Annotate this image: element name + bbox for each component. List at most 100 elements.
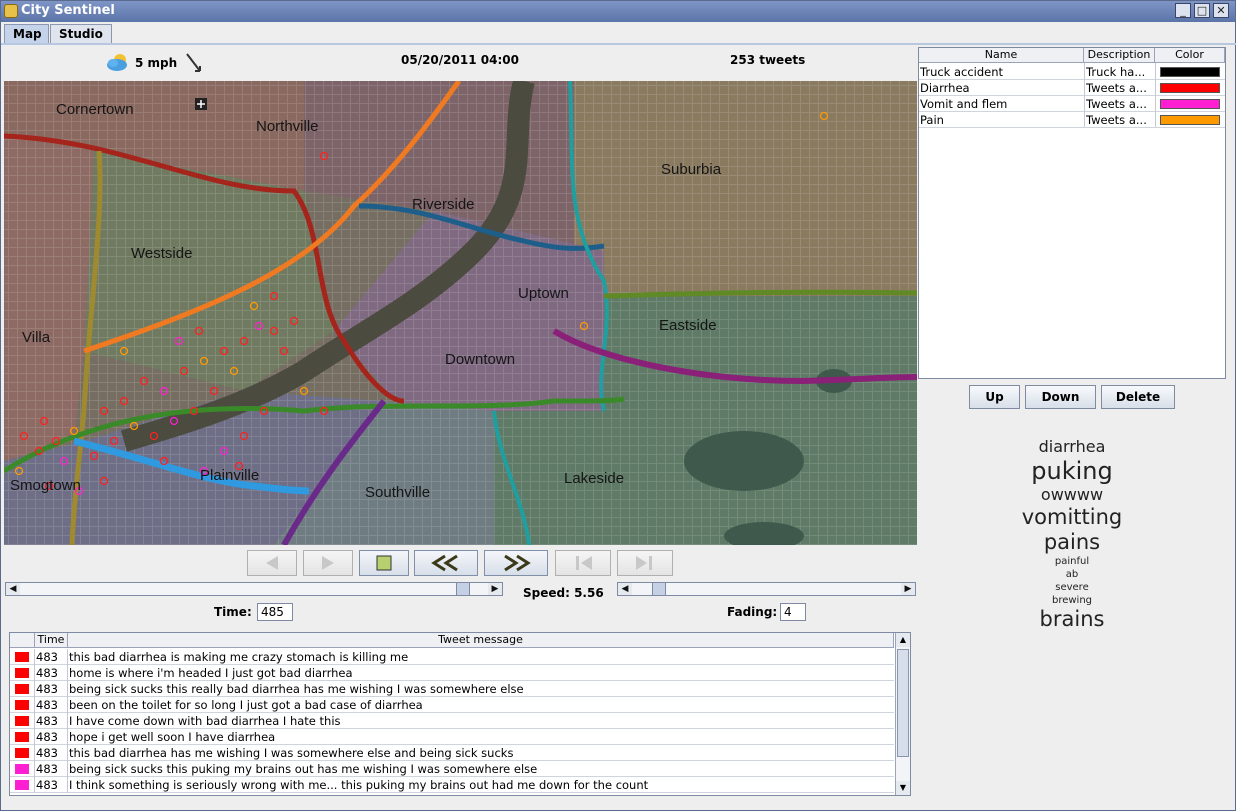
triangle-left-icon	[266, 556, 278, 570]
table-row[interactable]: 483 home is where i'm headed I just got b…	[10, 665, 894, 681]
table-row[interactable]: 483 being sick sucks this puking my brain…	[10, 761, 894, 777]
word-cloud-term: diarrhea	[1038, 437, 1106, 456]
word-cloud-term: vomitting	[1021, 505, 1123, 529]
wind-direction-icon	[186, 53, 201, 72]
title-bar[interactable]: City Sentinel _ □ ✕	[1, 1, 1235, 22]
column-header-color[interactable]	[10, 633, 35, 648]
go-to-start-button[interactable]	[555, 550, 611, 576]
legend-color-swatch[interactable]	[1160, 83, 1220, 93]
map-label-eastside: Eastside	[659, 317, 717, 334]
speed-slider-right-arrow[interactable]: ▶	[901, 583, 915, 595]
scroll-thumb[interactable]	[897, 649, 909, 757]
scroll-up-arrow[interactable]: ▲	[896, 633, 910, 647]
legend-row[interactable]: Vomit and flem Tweets a...	[919, 95, 1225, 112]
category-color-swatch	[15, 652, 29, 662]
rewind-button[interactable]	[414, 550, 478, 576]
step-forward-button[interactable]	[303, 550, 353, 576]
map-label-southville: Southville	[365, 484, 431, 501]
map-label-plainville: Plainville	[200, 467, 260, 484]
close-button[interactable]: ✕	[1213, 3, 1229, 18]
legend-description: Tweets a...	[1086, 81, 1147, 95]
table-row[interactable]: 483 being sick sucks this really bad diar…	[10, 681, 894, 697]
minimize-button[interactable]: _	[1175, 3, 1191, 18]
column-header-color[interactable]: Color	[1155, 48, 1225, 63]
word-cloud-term: painful	[1054, 556, 1090, 567]
speed-slider-thumb[interactable]	[652, 583, 666, 595]
tweet-time: 483	[36, 682, 58, 696]
tweet-message: this bad diarrhea is making me crazy sto…	[69, 650, 409, 664]
map-label-villa: Villa	[22, 329, 51, 346]
speed-slider[interactable]: ◀ ▶	[617, 582, 916, 596]
table-row[interactable]: 483 hope i get well soon I have diarrhea	[10, 729, 894, 745]
go-to-end-button[interactable]	[617, 550, 673, 576]
tweet-time: 483	[36, 698, 58, 712]
word-cloud-term: ab	[1065, 569, 1079, 580]
category-color-swatch	[15, 716, 29, 726]
fading-field[interactable]: 4	[780, 603, 806, 621]
category-color-swatch	[15, 732, 29, 742]
skip-end-icon	[636, 556, 652, 570]
tweet-time: 483	[36, 762, 58, 776]
stop-button[interactable]	[359, 550, 409, 576]
time-slider-right-arrow[interactable]: ▶	[488, 583, 502, 595]
table-row[interactable]: 483 this bad diarrhea is making me crazy …	[10, 649, 894, 665]
tweet-message: home is where i'm headed I just got bad …	[69, 666, 353, 680]
time-label: Time:	[214, 605, 252, 619]
tab-studio[interactable]: Studio	[50, 24, 112, 44]
column-header-message[interactable]: Tweet message	[68, 633, 894, 648]
fast-forward-button[interactable]	[484, 550, 548, 576]
legend-table[interactable]: Name Description Color Truck accident Tru…	[918, 47, 1226, 379]
legend-name: Truck accident	[920, 65, 1004, 79]
legend-color-swatch[interactable]	[1160, 99, 1220, 109]
map-canvas[interactable]	[4, 81, 917, 545]
word-cloud-term: puking	[1031, 457, 1113, 485]
tweet-table[interactable]: Time Tweet message 483 this bad diarrhea …	[9, 632, 911, 796]
tweet-count: 253 tweets	[730, 53, 806, 67]
legend-description: Truck ha...	[1086, 65, 1146, 79]
step-back-button[interactable]	[247, 550, 297, 576]
city-map[interactable]: Cornertown Northville Suburbia Riverside…	[4, 81, 917, 545]
map-label-cornertown: Cornertown	[56, 101, 134, 118]
delete-button[interactable]: Delete	[1101, 385, 1175, 409]
time-slider[interactable]: ◀ ▶	[5, 582, 503, 596]
time-field[interactable]: 485	[257, 603, 293, 621]
tweet-message: been on the toilet for so long I just go…	[69, 698, 423, 712]
maximize-button[interactable]: □	[1194, 3, 1210, 18]
word-cloud-term: owwww	[1040, 485, 1104, 504]
table-row[interactable]: 483 I have come down with bad diarrhea I …	[10, 713, 894, 729]
tweet-table-scrollbar[interactable]: ▲ ▼	[895, 633, 910, 795]
map-header: 5 mph 05/20/2011 04:00 253 tweets	[5, 47, 917, 79]
time-slider-thumb[interactable]	[456, 583, 470, 595]
category-color-swatch	[15, 764, 29, 774]
legend-row[interactable]: Diarrhea Tweets a...	[919, 79, 1225, 96]
table-row[interactable]: 483 this bad diarrhea has me wishing I wa…	[10, 745, 894, 761]
column-header-description[interactable]: Description	[1084, 48, 1155, 63]
scroll-down-arrow[interactable]: ▼	[896, 781, 910, 795]
column-header-time[interactable]: Time	[35, 633, 68, 648]
table-row[interactable]: 483 been on the toilet for so long I just…	[10, 697, 894, 713]
time-slider-left-arrow[interactable]: ◀	[6, 583, 20, 595]
down-button[interactable]: Down	[1025, 385, 1096, 409]
legend-description: Tweets a...	[1086, 97, 1147, 111]
table-row[interactable]: 483 I think something is seriously wrong …	[10, 777, 894, 793]
tweet-message: this bad diarrhea has me wishing I was s…	[69, 746, 514, 760]
category-color-swatch	[15, 780, 29, 790]
column-header-name[interactable]: Name	[919, 48, 1084, 63]
legend-header: Name Description Color	[919, 48, 1225, 63]
tab-map[interactable]: Map	[4, 24, 49, 44]
tweet-time: 483	[36, 714, 58, 728]
map-label-downtown: Downtown	[445, 351, 516, 368]
up-button[interactable]: Up	[969, 385, 1020, 409]
speed-readout: Speed: 5.56	[523, 586, 604, 600]
legend-color-swatch[interactable]	[1160, 115, 1220, 125]
stop-square-icon	[376, 555, 392, 571]
legend-row[interactable]: Truck accident Truck ha...	[919, 63, 1225, 80]
wind-speed: 5 mph	[135, 56, 178, 70]
speed-slider-left-arrow[interactable]: ◀	[618, 583, 632, 595]
java-app-icon	[4, 4, 18, 18]
legend-color-swatch[interactable]	[1160, 67, 1220, 77]
word-cloud: diarrhea puking owwww vomitting pains painful…	[961, 437, 1183, 632]
category-color-swatch	[15, 684, 29, 694]
tweet-message: I think something is seriously wrong wit…	[69, 778, 649, 792]
legend-row[interactable]: Pain Tweets a...	[919, 111, 1225, 128]
